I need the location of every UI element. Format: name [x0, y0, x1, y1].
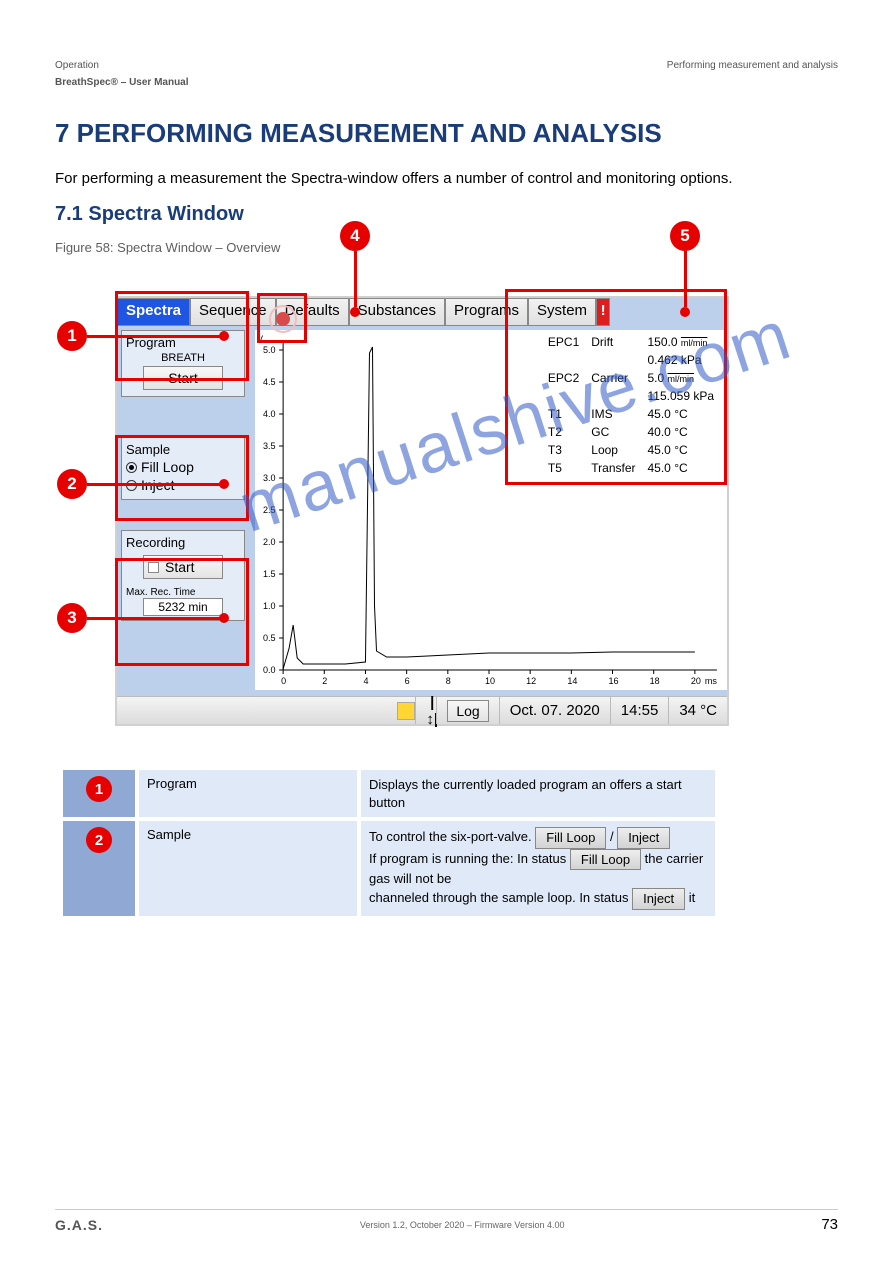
- tab-substances[interactable]: Substances: [349, 298, 445, 326]
- svg-text:3.0: 3.0: [263, 473, 276, 483]
- doc-title: BreathSpec® – User Manual: [55, 77, 838, 88]
- breadcrumb-right: Performing measurement and analysis: [667, 60, 838, 71]
- svg-text:0.0: 0.0: [263, 665, 276, 675]
- callout-badge-2: 2: [57, 469, 87, 499]
- callout-connector-2: [87, 483, 221, 486]
- svg-text:1.5: 1.5: [263, 569, 276, 579]
- legend-row2-desc: To control the six-port-valve. Fill Loop…: [361, 821, 715, 915]
- callout-connector-1: [87, 335, 221, 338]
- page-number: 73: [821, 1216, 838, 1233]
- status-date: Oct. 07. 2020: [499, 697, 610, 724]
- inline-fill-loop-button: Fill Loop: [535, 827, 606, 849]
- section-heading: 7 PERFORMING MEASUREMENT AND ANALYSIS: [55, 118, 838, 149]
- status-sort-icon[interactable]: |↕|: [415, 697, 436, 724]
- svg-text:ms: ms: [705, 676, 718, 686]
- svg-text:20: 20: [691, 676, 701, 686]
- legend-badge-1: 1: [86, 776, 112, 802]
- status-temp: 34 °C: [668, 697, 727, 724]
- svg-text:0: 0: [281, 676, 286, 686]
- highlight-box-3: [115, 558, 249, 666]
- status-bar: |↕| Log Oct. 07. 2020 14:55 34 °C: [117, 696, 727, 724]
- svg-text:4.0: 4.0: [263, 409, 276, 419]
- callout-badge-1: 1: [57, 321, 87, 351]
- svg-text:16: 16: [608, 676, 618, 686]
- legend-row2-name: Sample: [139, 821, 357, 915]
- figure-caption: Figure 58: Spectra Window – Overview: [55, 240, 838, 255]
- log-button[interactable]: Log: [447, 700, 488, 722]
- callout-connector-5: [684, 251, 687, 307]
- footer-version: Version 1.2, October 2020 – Firmware Ver…: [360, 1220, 565, 1230]
- highlight-box-2: [115, 435, 249, 521]
- inline-inject-button: Inject: [617, 827, 670, 849]
- callout-connector-3: [87, 617, 221, 620]
- highlight-box-5: [505, 289, 727, 485]
- intro-text: For performing a measurement the Spectra…: [55, 169, 838, 189]
- svg-text:8: 8: [446, 676, 451, 686]
- svg-text:12: 12: [526, 676, 536, 686]
- breadcrumb-left: Operation: [55, 60, 99, 71]
- svg-text:5.0: 5.0: [263, 345, 276, 355]
- callout-connector-4: [354, 251, 357, 307]
- brand-logo: G.A.S.: [55, 1217, 103, 1233]
- svg-text:14: 14: [567, 676, 577, 686]
- svg-text:3.5: 3.5: [263, 441, 276, 451]
- callout-badge-3: 3: [57, 603, 87, 633]
- svg-text:2.0: 2.0: [263, 537, 276, 547]
- svg-text:2.5: 2.5: [263, 505, 276, 515]
- legend-table: 1 Program Displays the currently loaded …: [59, 766, 719, 919]
- legend-row1-desc: Displays the currently loaded program an…: [361, 770, 715, 817]
- status-indicator-icon: [397, 702, 415, 720]
- subsection-heading: 7.1 Spectra Window: [55, 203, 838, 226]
- status-time: 14:55: [610, 697, 669, 724]
- highlight-box-4: [257, 293, 307, 343]
- inline-inject-button-2: Inject: [632, 888, 685, 910]
- recording-panel-title: Recording: [126, 535, 240, 550]
- svg-text:1.0: 1.0: [263, 601, 276, 611]
- svg-text:18: 18: [650, 676, 660, 686]
- page-footer: G.A.S. Version 1.2, October 2020 – Firmw…: [55, 1209, 838, 1233]
- legend-badge-2: 2: [86, 827, 112, 853]
- svg-text:4: 4: [363, 676, 368, 686]
- svg-text:2: 2: [322, 676, 327, 686]
- svg-text:0.5: 0.5: [263, 633, 276, 643]
- svg-text:10: 10: [485, 676, 495, 686]
- svg-text:6: 6: [405, 676, 410, 686]
- svg-text:4.5: 4.5: [263, 377, 276, 387]
- inline-fill-loop-button-2: Fill Loop: [570, 849, 641, 871]
- legend-row1-name: Program: [139, 770, 357, 817]
